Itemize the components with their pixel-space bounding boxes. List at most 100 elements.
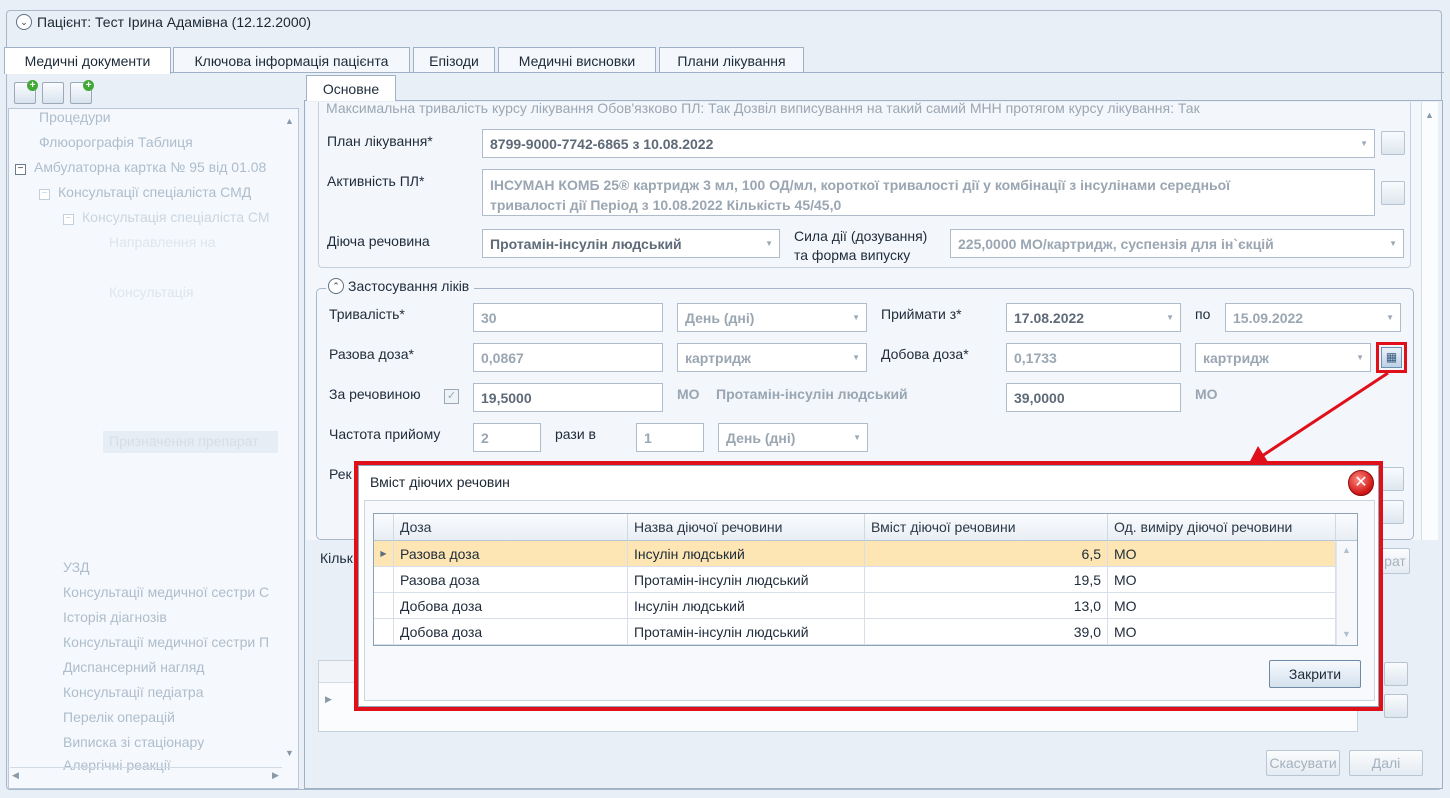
scroll-right-icon[interactable]: ▶ xyxy=(272,770,279,781)
plan-value: 8799-9000-7742-6865 з 10.08.2022 xyxy=(490,136,714,152)
collapse-icon[interactable]: − xyxy=(63,214,74,225)
tree-item[interactable]: − Консультація спеціаліста СМ xyxy=(63,209,269,225)
tree-item[interactable]: − Консультації спеціаліста СМД xyxy=(39,184,251,200)
daily-dose-input[interactable]: 0,1733 xyxy=(1006,343,1181,372)
tree-item-selected[interactable]: Призначення препарат xyxy=(103,431,278,453)
table-row[interactable]: Добова доза Протамін-інсулін людський 39… xyxy=(374,619,1336,645)
refresh-icon[interactable] xyxy=(1384,694,1408,718)
scroll-left-icon[interactable]: ◀ xyxy=(12,770,19,781)
strength-label: Сила дії (дозування) та форма випуску xyxy=(794,227,927,265)
tab-medical-conclusions[interactable]: Медичні висновки xyxy=(498,47,656,73)
tree-vertical-scrollbar[interactable]: ▲ ▼ xyxy=(283,116,297,762)
scroll-down-icon[interactable]: ▼ xyxy=(1342,629,1351,639)
cell-substance-name: Інсулін людський xyxy=(628,593,865,619)
tree-item[interactable]: Консультації медичної сестри П xyxy=(63,634,269,650)
row-indicator xyxy=(374,619,394,645)
tree-item-label: Консультації спеціаліста СМД xyxy=(58,184,252,200)
period-input[interactable]: 1 xyxy=(636,423,704,452)
strength-label-line: та форма випуску xyxy=(794,247,911,263)
collapse-icon[interactable]: − xyxy=(15,164,26,175)
table-row[interactable]: Добова доза Інсулін людський 13,0 МО xyxy=(374,593,1336,619)
form-vertical-scrollbar[interactable]: ▲ xyxy=(1421,102,1438,540)
daily-dose-value: 0,1733 xyxy=(1014,350,1057,366)
by-substance-checkbox[interactable]: ✓ xyxy=(444,389,459,404)
by-substance-label: За речовиною xyxy=(329,386,421,402)
edit-icon[interactable] xyxy=(1384,662,1408,686)
tree-item[interactable]: Консультації медичної сестри С xyxy=(63,584,269,600)
add-record-icon[interactable]: + xyxy=(70,80,94,104)
collapse-toggle-icon[interactable]: ⌄ xyxy=(16,14,32,30)
substance-label: Діюча речовина xyxy=(327,233,430,249)
tree-item[interactable]: Флюорографія Таблиця xyxy=(39,134,193,150)
scroll-up-icon[interactable]: ▲ xyxy=(1342,545,1351,555)
cell-substance-name: Інсулін людський xyxy=(628,541,865,567)
tree-item[interactable]: Перелік операцій xyxy=(63,709,175,725)
frequency-input[interactable]: 2 xyxy=(473,423,541,452)
by-substance-daily-input[interactable]: 39,0000 xyxy=(1006,383,1181,412)
single-dose-unit-select[interactable]: картридж ▼ xyxy=(677,343,867,372)
column-header-substance-name[interactable]: Назва діючої речовини xyxy=(628,514,865,541)
scroll-up-icon[interactable]: ▲ xyxy=(285,116,294,126)
tree-item[interactable]: Консультації педіатра xyxy=(63,684,204,700)
document-icon[interactable] xyxy=(1380,500,1404,524)
take-from-date[interactable]: 17.08.2022 ▼ xyxy=(1006,303,1181,332)
duration-input[interactable]: 30 xyxy=(473,303,663,332)
tab-medical-documents[interactable]: Медичні документи xyxy=(4,47,171,74)
duration-label: Тривалість* xyxy=(329,306,405,322)
next-button[interactable]: Далі xyxy=(1349,750,1423,776)
column-header-dose[interactable]: Доза xyxy=(394,514,628,541)
scroll-down-icon[interactable]: ▼ xyxy=(285,748,294,758)
copy-document-icon[interactable] xyxy=(42,82,64,104)
tree-item[interactable]: Процедури xyxy=(39,109,111,125)
tree-item[interactable]: − Амбулаторна картка № 95 від 01.08 xyxy=(15,159,266,175)
duration-unit-select[interactable]: День (дні) ▼ xyxy=(677,303,867,332)
collapse-icon[interactable]: − xyxy=(39,189,50,200)
close-button[interactable]: Закрити xyxy=(1269,660,1361,688)
by-substance-input[interactable]: 19,5000 xyxy=(473,383,663,412)
partial-button[interactable]: рат xyxy=(1380,548,1410,574)
tree-item-label: Консультації медичної сестри С xyxy=(63,584,270,600)
activity-field[interactable]: ІНСУМАН КОМБ 25® картридж 3 мл, 100 ОД/м… xyxy=(482,169,1375,216)
tab-treatment-plans[interactable]: Плани лікування xyxy=(659,47,804,73)
cell-dose: Добова доза xyxy=(394,593,628,619)
tree-item[interactable]: УЗД xyxy=(63,559,90,575)
folder-icon[interactable] xyxy=(1381,131,1405,155)
chevron-down-icon: ▼ xyxy=(1360,139,1368,148)
column-header-substance-amount[interactable]: Вміст діючої речовини xyxy=(865,514,1108,541)
strength-select[interactable]: 225,0000 МО/картридж, суспензія для ін`є… xyxy=(950,229,1404,258)
cancel-button[interactable]: Скасувати xyxy=(1266,750,1340,776)
search-icon[interactable] xyxy=(1381,181,1405,205)
tree-horizontal-scrollbar[interactable]: ◀ ▶ xyxy=(10,767,282,783)
plus-icon: + xyxy=(27,80,38,91)
quantity-label: Кільк xyxy=(320,550,353,566)
button-label: Закрити xyxy=(1288,666,1342,682)
close-icon[interactable]: ✕ xyxy=(1348,470,1374,496)
chevron-down-icon: ▼ xyxy=(1386,313,1394,322)
to-date[interactable]: 15.09.2022 ▼ xyxy=(1225,303,1401,332)
plan-select[interactable]: 8799-9000-7742-6865 з 10.08.2022 ▼ xyxy=(482,129,1375,158)
tab-episodes[interactable]: Епізоди xyxy=(413,47,495,73)
chevron-down-icon: ▼ xyxy=(853,433,861,442)
tab-key-info[interactable]: Ключова інформація пацієнта xyxy=(173,47,410,73)
column-header-unit[interactable]: Од. виміру діючої речовини xyxy=(1108,514,1336,541)
tab-main[interactable]: Основне xyxy=(306,75,396,101)
add-document-icon[interactable]: + xyxy=(14,80,38,104)
table-row[interactable]: ▶ Разова доза Інсулін людський 6,5 МО xyxy=(374,541,1336,567)
duration-value: 30 xyxy=(481,310,497,326)
single-dose-value: 0,0867 xyxy=(481,350,524,366)
collapse-toggle-icon[interactable]: ⌃ xyxy=(328,278,344,294)
tree-item[interactable]: Виписка зі стаціонару xyxy=(63,734,204,750)
calculator-icon[interactable]: ▦ xyxy=(1381,347,1402,368)
daily-dose-unit-select[interactable]: картридж ▼ xyxy=(1195,343,1371,372)
tree-item[interactable]: Історія діагнозів xyxy=(63,609,167,625)
grid-vertical-scrollbar[interactable]: ▲ ▼ xyxy=(1336,541,1357,645)
single-dose-input[interactable]: 0,0867 xyxy=(473,343,663,372)
substance-select[interactable]: Протамін-інсулін людський ▼ xyxy=(482,229,780,258)
period-unit-select[interactable]: День (дні) ▼ xyxy=(718,423,868,452)
table-row[interactable]: Разова доза Протамін-інсулін людський 19… xyxy=(374,567,1336,593)
tree-item[interactable]: Направлення на xyxy=(109,234,216,250)
scroll-up-icon[interactable]: ▲ xyxy=(1425,110,1434,120)
tree-item[interactable]: Консультація xyxy=(109,284,194,300)
folder-icon[interactable] xyxy=(1380,467,1404,491)
tree-item[interactable]: Диспансерний нагляд xyxy=(63,659,204,675)
